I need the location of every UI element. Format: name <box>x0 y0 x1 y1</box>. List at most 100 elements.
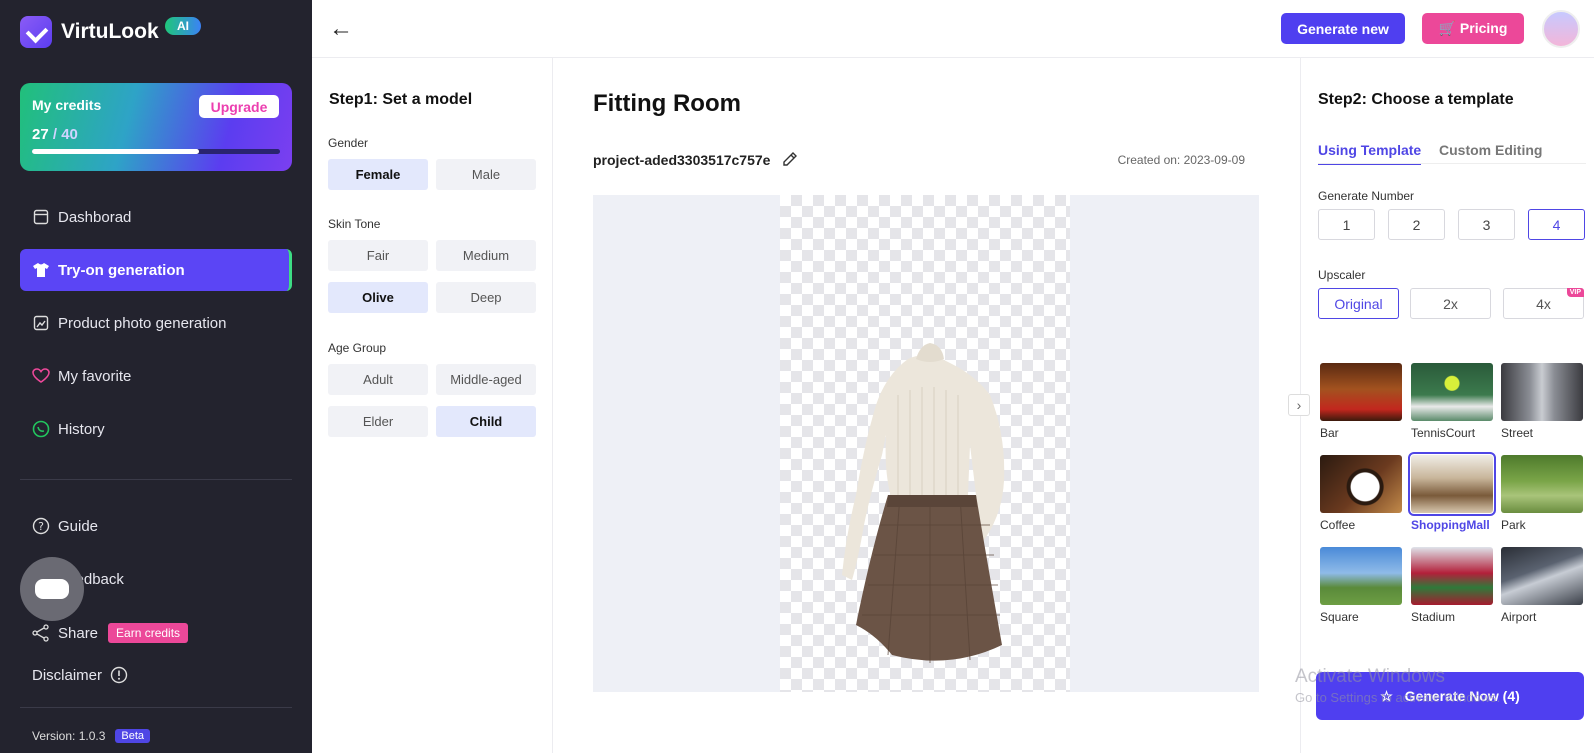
template-thumbnail <box>1501 547 1583 605</box>
project-name: project-aded3303517c757e <box>593 152 771 168</box>
sidebar-divider <box>20 707 292 708</box>
pricing-button[interactable]: 🛒 Pricing <box>1422 13 1524 44</box>
template-label: Coffee <box>1320 518 1356 532</box>
number-1-option[interactable]: 1 <box>1318 209 1375 240</box>
step1-title: Step1: Set a model <box>329 91 473 108</box>
skin-medium-option[interactable]: Medium <box>436 240 536 271</box>
template-street[interactable]: Street <box>1501 363 1583 440</box>
template-park[interactable]: Park <box>1501 455 1583 532</box>
tab-custom-editing[interactable]: Custom Editing <box>1439 142 1542 158</box>
sidebar-divider <box>20 479 292 480</box>
edit-icon[interactable] <box>781 150 799 173</box>
age-middle-aged-option[interactable]: Middle-aged <box>436 364 536 395</box>
template-label: Airport <box>1501 610 1537 624</box>
chevron-right-icon[interactable]: › <box>1288 394 1310 416</box>
credits-title: My credits <box>32 97 102 113</box>
nav-label: Share <box>58 624 99 642</box>
age-elder-option[interactable]: Elder <box>328 406 428 437</box>
credits-progress-fill <box>32 149 200 154</box>
nav-label: Product photo generation <box>58 314 227 332</box>
gender-label: Gender <box>328 136 369 150</box>
app-name: VirtuLook <box>61 20 159 43</box>
upscaler-4x-label: 4x <box>1536 295 1551 312</box>
step2-title: Step2: Choose a template <box>1318 91 1514 108</box>
nav-label: Guide <box>58 517 99 535</box>
upscaler-original-option[interactable]: Original <box>1318 288 1399 319</box>
template-bar[interactable]: Bar <box>1320 363 1402 440</box>
vip-badge: VIP <box>1566 288 1584 297</box>
gender-male-option[interactable]: Male <box>436 159 536 190</box>
generate-new-button[interactable]: Generate new <box>1281 13 1405 44</box>
earn-credits-badge[interactable]: Earn credits <box>108 623 189 643</box>
skin-tone-label: Skin Tone <box>328 217 381 231</box>
help-icon: ? <box>32 517 50 535</box>
page-title: Fitting Room <box>593 90 741 117</box>
template-square[interactable]: Square <box>1320 547 1402 624</box>
number-2-option[interactable]: 2 <box>1388 209 1445 240</box>
tab-divider <box>1318 163 1586 164</box>
svg-text:?: ? <box>38 520 44 533</box>
created-date: Created on: 2023-09-09 <box>1117 153 1245 167</box>
skin-deep-option[interactable]: Deep <box>436 282 536 313</box>
top-bar: ← Generate new 🛒 Pricing <box>312 0 1594 58</box>
nav-label: Dashborad <box>58 208 132 226</box>
fitting-room-panel: Fitting Room project-aded3303517c757e Cr… <box>553 58 1300 753</box>
cart-icon: 🛒 <box>1438 20 1457 36</box>
template-stadium[interactable]: Stadium <box>1411 547 1493 624</box>
skin-fair-option[interactable]: Fair <box>328 240 428 271</box>
chat-button[interactable] <box>20 557 84 621</box>
template-label: TennisCourt <box>1411 426 1476 440</box>
number-3-option[interactable]: 3 <box>1458 209 1515 240</box>
credits-used: 27 <box>32 126 49 143</box>
generate-number-label: Generate Number <box>1318 189 1415 203</box>
nav-try-on-generation[interactable]: Try-on generation <box>20 249 292 291</box>
template-thumbnail <box>1501 455 1583 513</box>
nav-my-favorite[interactable]: My favorite <box>20 355 292 397</box>
transparent-background <box>780 195 1070 692</box>
skin-olive-option[interactable]: Olive <box>328 282 428 313</box>
age-adult-option[interactable]: Adult <box>328 364 428 395</box>
template-thumbnail <box>1501 363 1583 421</box>
generate-now-label: Generate Now (4) <box>1404 687 1520 704</box>
template-thumbnail <box>1320 547 1402 605</box>
credits-progress-bar <box>32 149 280 154</box>
logo-icon <box>20 16 52 48</box>
ai-badge: AI <box>165 17 201 35</box>
credits-card: My credits Upgrade 27 / 40 <box>20 83 292 171</box>
photo-icon <box>32 314 50 332</box>
gender-female-option[interactable]: Female <box>328 159 428 190</box>
template-thumbnail <box>1411 547 1493 605</box>
template-airport[interactable]: Airport <box>1501 547 1583 624</box>
back-arrow-icon[interactable]: ← <box>328 16 354 42</box>
beta-badge: Beta <box>115 729 151 743</box>
upgrade-button[interactable]: Upgrade <box>199 95 279 118</box>
age-child-option[interactable]: Child <box>436 406 536 437</box>
generate-now-button[interactable]: ☆ Generate Now (4) <box>1316 672 1584 720</box>
template-label: Bar <box>1320 426 1339 440</box>
nav-guide[interactable]: ? Guide <box>20 505 292 547</box>
sidebar: VirtuLook AI My credits Upgrade 27 / 40 … <box>0 0 312 753</box>
upscaler-label: Upscaler <box>1318 268 1366 282</box>
version-info: Version: 1.0.3 Beta <box>32 729 151 743</box>
nav-disclaimer[interactable]: Disclaimer <box>20 654 292 696</box>
number-4-option[interactable]: 4 <box>1528 209 1585 240</box>
template-thumbnail <box>1320 455 1402 513</box>
avatar[interactable] <box>1542 10 1580 48</box>
nav-label: My favorite <box>58 367 132 385</box>
nav-history[interactable]: History <box>20 408 292 450</box>
template-label: ShoppingMall <box>1411 518 1490 532</box>
credits-total: / 40 <box>52 126 78 143</box>
tab-using-template[interactable]: Using Template <box>1318 142 1422 165</box>
nav-dashboard[interactable]: Dashborad <box>20 196 292 238</box>
upscaler-2x-option[interactable]: 2x <box>1410 288 1491 319</box>
template-tenniscourt[interactable]: TennisCourt <box>1411 363 1493 440</box>
credits-count: 27 / 40 <box>32 126 78 143</box>
nav-product-photo-generation[interactable]: Product photo generation <box>20 302 292 344</box>
template-label: Square <box>1320 610 1359 624</box>
logo[interactable]: VirtuLook <box>20 16 159 48</box>
nav-label: History <box>58 420 105 438</box>
template-shoppingmall[interactable]: ShoppingMall <box>1408 452 1496 532</box>
step2-panel: Step2: Choose a template Using Template … <box>1300 58 1594 753</box>
template-coffee[interactable]: Coffee <box>1320 455 1402 532</box>
upscaler-4x-option[interactable]: 4x VIP <box>1503 288 1584 319</box>
